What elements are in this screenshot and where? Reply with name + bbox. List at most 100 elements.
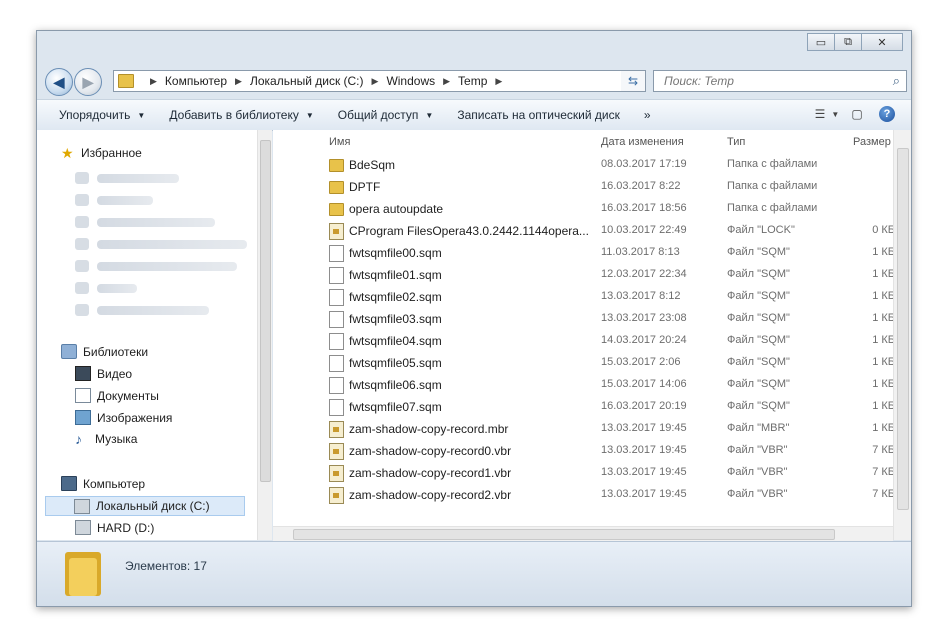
sidebar-item-hard-d[interactable]: HARD (D:): [75, 520, 154, 535]
restore-button[interactable]: ⧉: [834, 33, 862, 51]
organize-button[interactable]: Упорядочить ▼: [59, 108, 145, 122]
lock-file-icon: [329, 421, 344, 438]
sidebar-item-documents[interactable]: Документы: [75, 388, 159, 403]
cell-size: 1 КБ: [872, 268, 895, 280]
more-commands-label: »: [643, 108, 651, 122]
cell-type: Файл "SQM": [727, 334, 790, 346]
table-row[interactable]: zam-shadow-copy-record.mbr 13.03.2017 19:…: [273, 418, 895, 440]
lock-file-icon: [329, 465, 344, 482]
breadcrumb-separator: ▶: [150, 75, 157, 86]
help-button[interactable]: ?: [877, 105, 897, 123]
preview-pane-button[interactable]: ▢: [847, 105, 867, 123]
sidebar-blurred-item[interactable]: [75, 216, 215, 228]
sidebar-item-images[interactable]: Изображения: [75, 410, 172, 425]
address-bar[interactable]: ▶ Компьютер ▶ Локальный диск (C:) ▶ Window…: [113, 70, 645, 92]
table-row[interactable]: zam-shadow-copy-record2.vbr 13.03.2017 19…: [273, 484, 895, 506]
breadcrumb-label: Windows: [386, 74, 436, 88]
navigation-scrollbar[interactable]: [257, 130, 272, 540]
table-row[interactable]: fwtsqmfile04.sqm 14.03.2017 20:24 Файл "SQ…: [273, 330, 895, 352]
chevron-right-icon[interactable]: ▶: [495, 76, 502, 87]
sidebar-favorites-label: Избранное: [81, 146, 142, 160]
table-row[interactable]: CProgram FilesOpera43.0.2442.1144opera..…: [273, 220, 895, 242]
table-row[interactable]: opera autoupdate 16.03.2017 18:56 Папка с …: [273, 198, 893, 220]
sidebar-libraries[interactable]: Библиотеки: [61, 344, 148, 359]
table-row[interactable]: fwtsqmfile00.sqm 11.03.2017 8:13 Файл "SQM…: [273, 242, 895, 264]
sidebar-blurred-item[interactable]: [75, 194, 153, 206]
table-row[interactable]: BdeSqm 08.03.2017 17:19 Папка с файлами: [273, 154, 893, 176]
minimize-button[interactable]: ▭: [807, 33, 835, 51]
chevron-right-icon[interactable]: ▶: [443, 76, 450, 87]
table-row[interactable]: DPTF 16.03.2017 8:22 Папка с файлами: [273, 176, 893, 198]
table-row[interactable]: fwtsqmfile05.sqm 15.03.2017 2:06 Файл "SQM…: [273, 352, 895, 374]
table-row[interactable]: fwtsqmfile03.sqm 13.03.2017 23:08 Файл "SQ…: [273, 308, 895, 330]
share-label: Общий доступ: [337, 108, 419, 122]
sidebar-libraries-label: Библиотеки: [83, 344, 149, 359]
organize-label: Упорядочить: [59, 108, 131, 122]
table-row[interactable]: fwtsqmfile07.sqm 16.03.2017 20:19 Файл "SQ…: [273, 396, 895, 418]
sidebar-item-video[interactable]: Видео: [75, 366, 132, 381]
chevron-down-icon: ▼: [831, 109, 840, 119]
more-commands-button[interactable]: »: [644, 108, 651, 122]
sidebar-item-local-disk[interactable]: Локальный диск (C:): [45, 496, 245, 516]
column-header-date[interactable]: Дата изменения: [601, 136, 684, 148]
sidebar-computer[interactable]: Компьютер: [61, 476, 145, 491]
sidebar-item-music[interactable]: ♪ Музыка: [75, 432, 137, 447]
sidebar-blurred-item[interactable]: [75, 304, 209, 316]
table-row[interactable]: fwtsqmfile02.sqm 13.03.2017 8:12 Файл "SQM…: [273, 286, 895, 308]
cell-name: fwtsqmfile06.sqm: [349, 378, 442, 392]
cell-name: zam-shadow-copy-record.mbr: [349, 422, 509, 436]
images-icon: [75, 410, 91, 425]
forward-button[interactable]: ▶: [74, 68, 102, 96]
cell-name: zam-shadow-copy-record2.vbr: [349, 488, 512, 502]
sidebar-blurred-item[interactable]: [75, 282, 137, 294]
sidebar-blurred-item[interactable]: [75, 260, 237, 272]
lock-file-icon: [329, 443, 344, 460]
file-icon: [329, 267, 344, 284]
cell-size: 1 КБ: [872, 378, 895, 390]
breadcrumb-temp[interactable]: Temp ▶: [458, 74, 502, 88]
sidebar-item-label: Локальный диск (C:): [96, 499, 210, 513]
chevron-right-icon[interactable]: ▶: [372, 76, 379, 87]
search-icon[interactable]: ⌕: [893, 73, 900, 89]
column-header-name[interactable]: Имя: [329, 136, 350, 148]
scrollbar-thumb[interactable]: [897, 148, 909, 510]
search-input[interactable]: [662, 73, 886, 89]
table-row[interactable]: fwtsqmfile01.sqm 12.03.2017 22:34 Файл "SQ…: [273, 264, 895, 286]
cell-date: 11.03.2017 8:13: [601, 246, 680, 258]
cell-type: Файл "MBR": [727, 422, 790, 434]
breadcrumb-label: Локальный диск (C:): [249, 74, 364, 88]
share-button[interactable]: Общий доступ ▼: [338, 108, 434, 122]
file-list-vertical-scrollbar[interactable]: [893, 130, 911, 540]
breadcrumb-label: Temp: [458, 74, 488, 88]
column-header-size[interactable]: Размер: [853, 136, 891, 148]
cell-date: 13.03.2017 19:45: [601, 444, 687, 456]
breadcrumb-windows[interactable]: Windows ▶: [386, 74, 450, 88]
burn-button[interactable]: Записать на оптический диск: [457, 108, 620, 122]
sidebar-item-label: Видео: [97, 366, 133, 381]
table-row[interactable]: fwtsqmfile06.sqm 15.03.2017 14:06 Файл "SQ…: [273, 374, 895, 396]
cell-date: 10.03.2017 22:49: [601, 224, 687, 236]
table-row[interactable]: zam-shadow-copy-record1.vbr 13.03.2017 19…: [273, 462, 895, 484]
back-button[interactable]: ◀: [45, 68, 73, 96]
table-row[interactable]: zam-shadow-copy-record0.vbr 13.03.2017 19…: [273, 440, 895, 462]
chevron-right-icon[interactable]: ▶: [235, 76, 242, 87]
cell-type: Файл "SQM": [727, 246, 790, 258]
file-icon: [329, 333, 344, 350]
sidebar-blurred-item[interactable]: [75, 172, 179, 184]
scrollbar-thumb[interactable]: [293, 529, 835, 540]
scrollbar-thumb[interactable]: [260, 140, 271, 482]
column-header-type[interactable]: Тип: [727, 136, 745, 148]
refresh-button[interactable]: ⇆: [621, 70, 646, 92]
file-list-horizontal-scrollbar[interactable]: [273, 526, 893, 541]
cell-size: 7 КБ: [872, 488, 895, 500]
cell-type: Файл "VBR": [727, 466, 788, 478]
breadcrumb-local-disk[interactable]: Локальный диск (C:) ▶: [250, 74, 378, 88]
blurred-label: [97, 261, 237, 271]
search-box[interactable]: ⌕: [653, 70, 907, 92]
breadcrumb-computer[interactable]: Компьютер ▶: [165, 74, 242, 88]
view-options-button[interactable]: ☰ ▼: [815, 105, 840, 123]
sidebar-favorites[interactable]: ★ Избранное: [61, 146, 142, 161]
close-button[interactable]: ✕: [861, 33, 903, 51]
add-to-library-button[interactable]: Добавить в библиотеку ▼: [169, 108, 313, 122]
sidebar-blurred-item[interactable]: [75, 238, 247, 250]
